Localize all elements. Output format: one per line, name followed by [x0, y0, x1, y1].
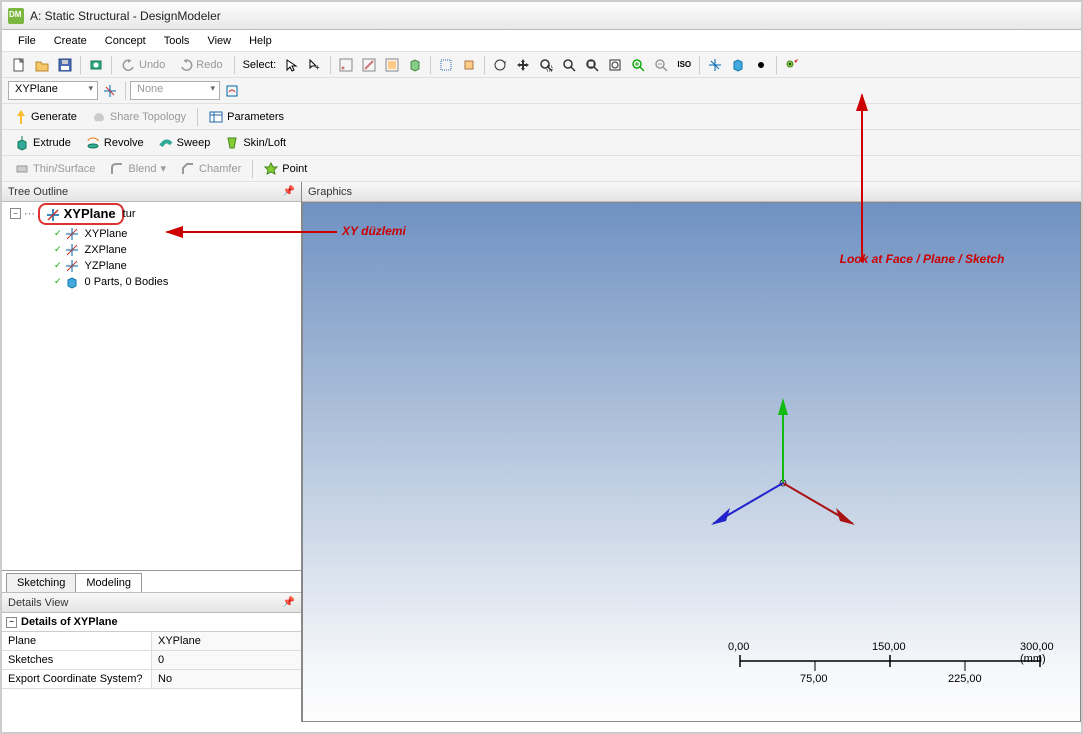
details-row-plane: Plane XYPlane	[2, 632, 301, 651]
details-section-header[interactable]: − Details of XYPlane	[2, 613, 301, 632]
select-label: Select:	[239, 59, 281, 71]
tree-item-parts[interactable]: ✓ 0 Parts, 0 Bodies	[50, 274, 301, 290]
details-row-export: Export Coordinate System? No	[2, 670, 301, 689]
window-title: A: Static Structural - DesignModeler	[30, 9, 221, 23]
undo-button[interactable]: Undo	[116, 55, 172, 75]
zoom-icon[interactable]	[558, 54, 580, 76]
toolbar-generate: Generate Share Topology Parameters	[2, 104, 1081, 130]
plane-dropdown[interactable]: XYPlane	[8, 81, 98, 100]
select-point-icon[interactable]	[335, 54, 357, 76]
tree-outline[interactable]: − ⋯ XYPlane tur ✓ XYPlane ✓ ZXPlan	[2, 202, 301, 570]
plane-tool-icon[interactable]	[704, 54, 726, 76]
zoom-win-icon[interactable]	[604, 54, 626, 76]
details-view: Details View 📌 − Details of XYPlane Plan…	[2, 592, 301, 722]
menu-view[interactable]: View	[199, 33, 239, 49]
menu-file[interactable]: File	[10, 33, 44, 49]
generate-button[interactable]: Generate	[8, 106, 84, 128]
open-icon[interactable]	[31, 54, 53, 76]
separator	[699, 56, 700, 74]
extrude-button[interactable]: Extrude	[8, 132, 78, 154]
zoom-box-icon[interactable]	[535, 54, 557, 76]
title-bar: A: Static Structural - DesignModeler	[2, 2, 1081, 30]
zoom-in-icon[interactable]	[627, 54, 649, 76]
separator	[252, 160, 253, 178]
collapse-icon[interactable]: −	[6, 617, 17, 628]
tree-item-yzplane[interactable]: ✓ YZPlane	[50, 258, 301, 274]
pin-icon[interactable]: 📌	[283, 597, 295, 608]
sketch-dropdown[interactable]: None	[130, 81, 220, 100]
details-row-sketches: Sketches 0	[2, 651, 301, 670]
menu-create[interactable]: Create	[46, 33, 95, 49]
tab-modeling[interactable]: Modeling	[75, 573, 142, 592]
thin-surface-button[interactable]: Thin/Surface	[8, 158, 102, 180]
collapse-icon[interactable]: −	[10, 208, 21, 219]
tree-root-node[interactable]: − ⋯ XYPlane tur	[6, 202, 301, 226]
share-topology-button[interactable]: Share Topology	[85, 107, 193, 127]
toolbar-main: Undo Redo Select: + ISO	[2, 52, 1081, 78]
zoom-fit-icon[interactable]	[581, 54, 603, 76]
look-at-icon[interactable]	[781, 54, 803, 76]
export-icon[interactable]	[85, 54, 107, 76]
blend-button[interactable]: Blend ▾	[103, 158, 173, 180]
redo-button[interactable]: Redo	[173, 55, 229, 75]
tree-selected-xyplane: XYPlane	[38, 203, 124, 225]
separator	[234, 56, 235, 74]
tab-sketching[interactable]: Sketching	[6, 573, 76, 592]
skinloft-button[interactable]: Skin/Loft	[218, 132, 293, 154]
tree-outline-header: Tree Outline 📌	[2, 182, 301, 202]
iso-view-icon[interactable]: ISO	[673, 54, 695, 76]
origin-triad	[683, 383, 883, 583]
pan-icon[interactable]	[512, 54, 534, 76]
separator	[111, 56, 112, 74]
save-icon[interactable]	[54, 54, 76, 76]
toolbar-plane: XYPlane None	[2, 78, 1081, 104]
extend-selection-icon[interactable]	[458, 54, 480, 76]
viewport-3d[interactable]: 0,00 150,00 300,00 (mm) 75,00 225,00	[302, 202, 1081, 722]
toolbar-features: Extrude Revolve Sweep Skin/Loft	[2, 130, 1081, 156]
svg-text:+: +	[315, 63, 320, 72]
left-column: Tree Outline 📌 − ⋯ XYPlane tur ✓ XYPl	[2, 182, 302, 722]
select-new-icon[interactable]: +	[304, 54, 326, 76]
annotation-xyplane-text: XY düzlemi	[342, 224, 406, 238]
sweep-button[interactable]: Sweep	[152, 132, 218, 154]
app-icon	[8, 8, 24, 24]
select-cursor-icon[interactable]	[281, 54, 303, 76]
separator	[484, 56, 485, 74]
details-view-header: Details View 📌	[2, 593, 301, 613]
select-body-icon[interactable]	[404, 54, 426, 76]
separator	[776, 56, 777, 74]
scale-bar: 0,00 150,00 300,00 (mm) 75,00 225,00	[730, 641, 1060, 691]
revolve-button[interactable]: Revolve	[79, 132, 151, 154]
menu-tools[interactable]: Tools	[156, 33, 198, 49]
menu-bar: File Create Concept Tools View Help	[2, 30, 1081, 52]
tree-item-xyplane[interactable]: ✓ XYPlane	[50, 226, 301, 242]
select-face-icon[interactable]	[381, 54, 403, 76]
point-display-icon[interactable]	[750, 54, 772, 76]
pin-icon[interactable]: 📌	[283, 186, 295, 197]
rotate-icon[interactable]	[489, 54, 511, 76]
separator	[125, 82, 126, 100]
zoom-out-icon[interactable]	[650, 54, 672, 76]
menu-concept[interactable]: Concept	[97, 33, 154, 49]
display-icon[interactable]	[727, 54, 749, 76]
tree-tabs: Sketching Modeling	[2, 570, 301, 592]
select-edge-icon[interactable]	[358, 54, 380, 76]
separator	[430, 56, 431, 74]
separator	[80, 56, 81, 74]
separator	[197, 108, 198, 126]
annotation-lookat-text: Look at Face / Plane / Sketch	[827, 252, 1017, 266]
toolbar-modify: Thin/Surface Blend ▾ Chamfer Point	[2, 156, 1081, 182]
point-button[interactable]: Point	[257, 158, 314, 180]
new-plane-icon[interactable]	[99, 80, 121, 102]
new-icon[interactable]	[8, 54, 30, 76]
tree-item-zxplane[interactable]: ✓ ZXPlane	[50, 242, 301, 258]
parameters-button[interactable]: Parameters	[202, 106, 291, 128]
app-window: A: Static Structural - DesignModeler Fil…	[0, 0, 1083, 734]
separator	[330, 56, 331, 74]
select-box-icon[interactable]	[435, 54, 457, 76]
new-sketch-icon[interactable]	[221, 80, 243, 102]
menu-help[interactable]: Help	[241, 33, 280, 49]
chamfer-button[interactable]: Chamfer	[174, 158, 248, 180]
graphics-header: Graphics	[302, 182, 1081, 202]
